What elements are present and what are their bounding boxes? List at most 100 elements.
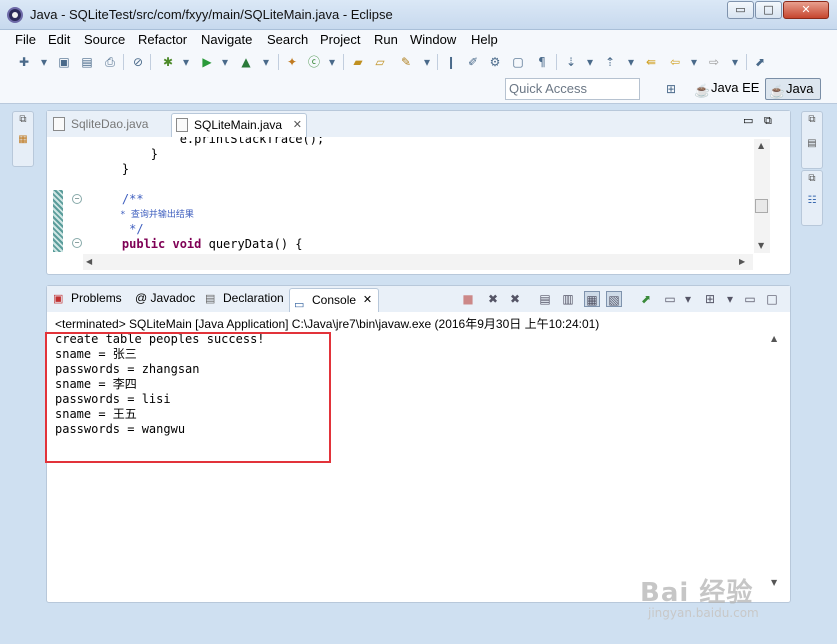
clear-console-icon[interactable]: ▤ — [537, 291, 553, 307]
maximize-button[interactable]: □ — [755, 1, 782, 19]
editor-panel: SqliteDao.java SQLiteMain.java ✕ ▭ ⧉ − −… — [46, 110, 791, 275]
block-icon[interactable]: ▢ — [510, 54, 526, 70]
prev-annotation-icon[interactable]: ⇡ — [602, 54, 618, 70]
fold-icon[interactable]: − — [72, 238, 82, 248]
menu-project[interactable]: Project — [320, 32, 360, 47]
console-icon: ▭ — [294, 299, 305, 311]
watermark-logo: Bai 经验 — [640, 578, 754, 608]
show-on-stderr-icon[interactable]: ▧ — [606, 291, 622, 307]
new-package-icon[interactable]: ✦ — [284, 54, 300, 70]
tab-javadoc[interactable]: @ Javadoc — [117, 291, 195, 305]
run-dropdown-icon[interactable]: ▾ — [217, 54, 233, 70]
prev-dropdown-icon[interactable]: ▾ — [623, 54, 639, 70]
remove-launch-icon[interactable]: ✖ — [485, 291, 501, 307]
print-icon[interactable]: ⎙ — [102, 54, 118, 70]
task-list-icon[interactable]: ▤ — [806, 138, 818, 150]
new-class-icon[interactable]: ⓒ — [306, 54, 322, 70]
tab-console[interactable]: ▭ Console ✕ — [289, 288, 380, 312]
forward-dropdown-icon[interactable]: ▾ — [727, 54, 743, 70]
last-edit-icon[interactable]: ⇚ — [643, 54, 659, 70]
menu-source[interactable]: Source — [84, 32, 125, 47]
external-dropdown-icon[interactable]: ▾ — [258, 54, 274, 70]
tab-problems[interactable]: ▣ Problems — [53, 291, 122, 305]
save-icon[interactable]: ▣ — [56, 54, 72, 70]
debug-icon[interactable]: ✱ — [160, 54, 176, 70]
menu-window[interactable]: Window — [410, 32, 456, 47]
problems-icon: ▣ — [53, 293, 64, 305]
editor-tabs: SqliteDao.java SQLiteMain.java ✕ ▭ ⧉ — [47, 111, 790, 137]
quick-access-input[interactable]: Quick Access — [505, 78, 640, 100]
save-all-icon[interactable]: ▤ — [79, 54, 95, 70]
remove-all-icon[interactable]: ✖ — [507, 291, 523, 307]
code-area[interactable]: − − e.printStackTrace(); } } /** * 查询并输出… — [53, 137, 761, 257]
menu-search[interactable]: Search — [267, 32, 308, 47]
new-icon[interactable]: ✚ — [16, 54, 32, 70]
scroll-thumb[interactable] — [755, 199, 768, 213]
restore-icon[interactable]: ⧉ — [17, 114, 29, 126]
maximize-icon[interactable]: □ — [764, 291, 780, 307]
search-dropdown-icon[interactable]: ▾ — [419, 54, 435, 70]
perspective-java[interactable]: ☕ Java — [765, 78, 821, 100]
close-icon[interactable]: ✕ — [293, 114, 302, 136]
display-dropdown-icon[interactable]: ▾ — [680, 291, 696, 307]
minimize-icon[interactable]: ▭ — [742, 291, 758, 307]
package-explorer-icon[interactable]: ▦ — [17, 134, 29, 146]
minimize-button[interactable]: ▭ — [727, 1, 754, 19]
external-tools-icon[interactable]: ▲ — [238, 54, 254, 70]
scroll-lock-icon[interactable]: ▥ — [560, 291, 576, 307]
restore-icon[interactable]: ⧉ — [806, 173, 818, 185]
pin-console-icon[interactable]: ⬈ — [638, 291, 654, 307]
title-bar: Java - SQLiteTest/src/com/fxyy/main/SQLi… — [0, 0, 837, 30]
menu-run[interactable]: Run — [374, 32, 398, 47]
debug-dropdown-icon[interactable]: ▾ — [178, 54, 194, 70]
open-console-icon[interactable]: ⊞ — [702, 291, 718, 307]
dropdown-icon[interactable]: ▾ — [36, 54, 52, 70]
tab-declaration[interactable]: ▤ Declaration — [205, 291, 284, 305]
change-marker — [53, 190, 63, 252]
menu-edit[interactable]: Edit — [48, 32, 70, 47]
code-line: public void queryData() { — [93, 237, 303, 251]
editor-horizontal-scrollbar[interactable]: ◀ ▶ — [83, 254, 753, 270]
open-type-icon[interactable]: ▰ — [350, 54, 366, 70]
outline-icon[interactable]: ☷ — [806, 195, 818, 207]
restore-icon[interactable]: ⧉ — [764, 114, 772, 128]
code-line: e.printStackTrace(); — [93, 137, 325, 146]
code-line: */ — [93, 222, 144, 236]
open-dropdown-icon[interactable]: ▾ — [722, 291, 738, 307]
run-icon[interactable]: ▶ — [199, 54, 215, 70]
show-whitespace-icon[interactable]: ¶ — [534, 54, 550, 70]
terminate-icon[interactable]: ■ — [460, 291, 476, 307]
restore-icon[interactable]: ⧉ — [806, 114, 818, 126]
editor-vertical-scrollbar[interactable]: ▲ ▼ — [754, 139, 770, 253]
link-icon[interactable]: ⚙ — [487, 54, 503, 70]
open-resource-icon[interactable]: ▱ — [372, 54, 388, 70]
back-dropdown-icon[interactable]: ▾ — [686, 54, 702, 70]
next-annotation-icon[interactable]: ⇣ — [563, 54, 579, 70]
tab-sqlitedao[interactable]: SqliteDao.java — [49, 113, 167, 137]
annotation-icon[interactable]: ❙ — [443, 54, 459, 70]
perspective-java-ee[interactable]: ☕ Java EE — [691, 78, 761, 100]
menu-refactor[interactable]: Refactor — [138, 32, 187, 47]
minimize-icon[interactable]: ▭ — [743, 114, 753, 127]
toggle-icon[interactable]: ⊘ — [130, 54, 146, 70]
console-vertical-scrollbar[interactable]: ▲ ▼ — [768, 332, 782, 590]
forward-icon[interactable]: ⇨ — [706, 54, 722, 70]
pen-icon[interactable]: ✐ — [465, 54, 481, 70]
search-icon[interactable]: ✎ — [398, 54, 414, 70]
display-console-icon[interactable]: ▭ — [662, 291, 678, 307]
watermark-url: jingyan.baidu.com — [648, 606, 759, 620]
show-on-stdout-icon[interactable]: ▦ — [584, 291, 600, 307]
menu-file[interactable]: File — [15, 32, 36, 47]
close-window-button[interactable]: ✕ — [783, 1, 829, 19]
pin-icon[interactable]: ⬈ — [752, 54, 768, 70]
open-perspective-icon[interactable]: ⊞ — [663, 81, 679, 97]
close-icon[interactable]: ✕ — [363, 289, 372, 311]
fold-icon[interactable]: − — [72, 194, 82, 204]
tab-sqlitemain[interactable]: SQLiteMain.java ✕ — [171, 113, 307, 137]
next-dropdown-icon[interactable]: ▾ — [582, 54, 598, 70]
class-dropdown-icon[interactable]: ▾ — [324, 54, 340, 70]
menu-navigate[interactable]: Navigate — [201, 32, 252, 47]
menu-help[interactable]: Help — [471, 32, 498, 47]
back-icon[interactable]: ⇦ — [667, 54, 683, 70]
main-toolbar: ✚ ▾ ▣ ▤ ⎙ ⊘ ✱ ▾ ▶ ▾ ▲ ▾ ✦ ⓒ ▾ ▰ ▱ ✎ ▾ ❙ … — [0, 50, 837, 104]
